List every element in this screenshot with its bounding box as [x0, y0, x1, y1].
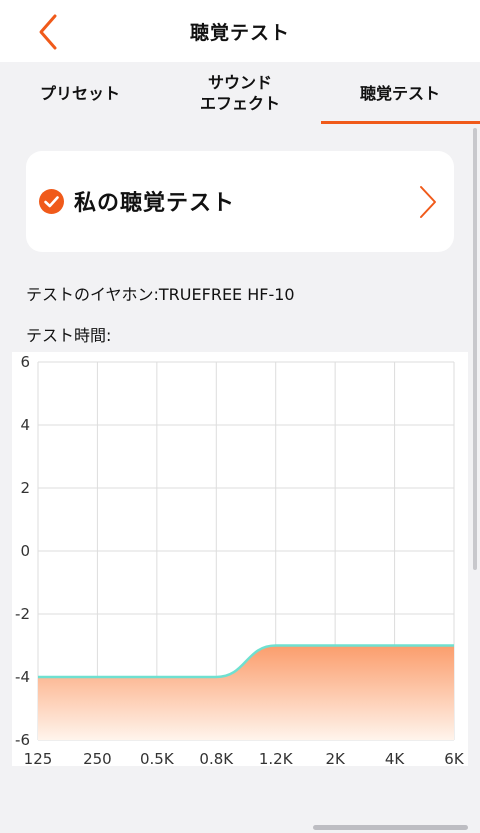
- x-tick-label: 2K: [325, 750, 346, 766]
- y-tick-label: 2: [20, 479, 30, 497]
- page-title: 聴覚テスト: [189, 21, 290, 44]
- top-bar: 聴覚テスト: [0, 0, 480, 62]
- x-tick-label: 0.8K: [199, 750, 234, 766]
- y-tick-label: 6: [20, 353, 30, 371]
- hearing-chart-svg: 6 4 2 0 -2 -4 -6125 250 0.5K 0.8K 1.2K 2K 4K 6K: [15, 353, 465, 766]
- y-tick-label: -4: [15, 668, 30, 686]
- x-tick-label: 1.2K: [259, 750, 294, 766]
- tab-sound-effects[interactable]: サウンド エフェクト: [160, 62, 320, 124]
- x-tick-label: 250: [83, 750, 112, 766]
- y-tick-label: -6: [15, 731, 30, 749]
- y-tick-label: 4: [20, 416, 30, 434]
- x-tick-label: 125: [24, 750, 53, 766]
- hearing-test-card[interactable]: 私の聴覚テスト: [26, 151, 454, 252]
- tab-hearing-test[interactable]: 聴覚テスト: [320, 62, 480, 124]
- tab-presets[interactable]: プリセット: [0, 62, 160, 124]
- x-tick-label: 0.5K: [140, 750, 175, 766]
- x-tick-label: 4K: [385, 750, 406, 766]
- back-button[interactable]: [30, 12, 66, 52]
- hearing-chart: 6 4 2 0 -2 -4 -6 125 250 0.5K 0.8K 1.2K 2K 4K 6K: [12, 352, 468, 766]
- test-time-label: テスト時間:: [26, 326, 112, 345]
- tab-bar: プリセット サウンド エフェクト 聴覚テスト: [0, 62, 480, 124]
- y-tick-label: -2: [15, 605, 30, 623]
- earphone-label: テストのイヤホン:TRUEFREE HF-10: [26, 285, 295, 304]
- chevron-right-icon: [420, 186, 436, 218]
- chevron-left-icon: [39, 14, 57, 50]
- y-tick-label: 0: [20, 542, 30, 560]
- check-circle-icon: [39, 189, 64, 214]
- home-indicator: [313, 825, 468, 830]
- card-title: 私の聴覚テスト: [74, 191, 236, 216]
- scrollbar[interactable]: [473, 128, 477, 570]
- x-tick-label: 6K: [444, 750, 465, 766]
